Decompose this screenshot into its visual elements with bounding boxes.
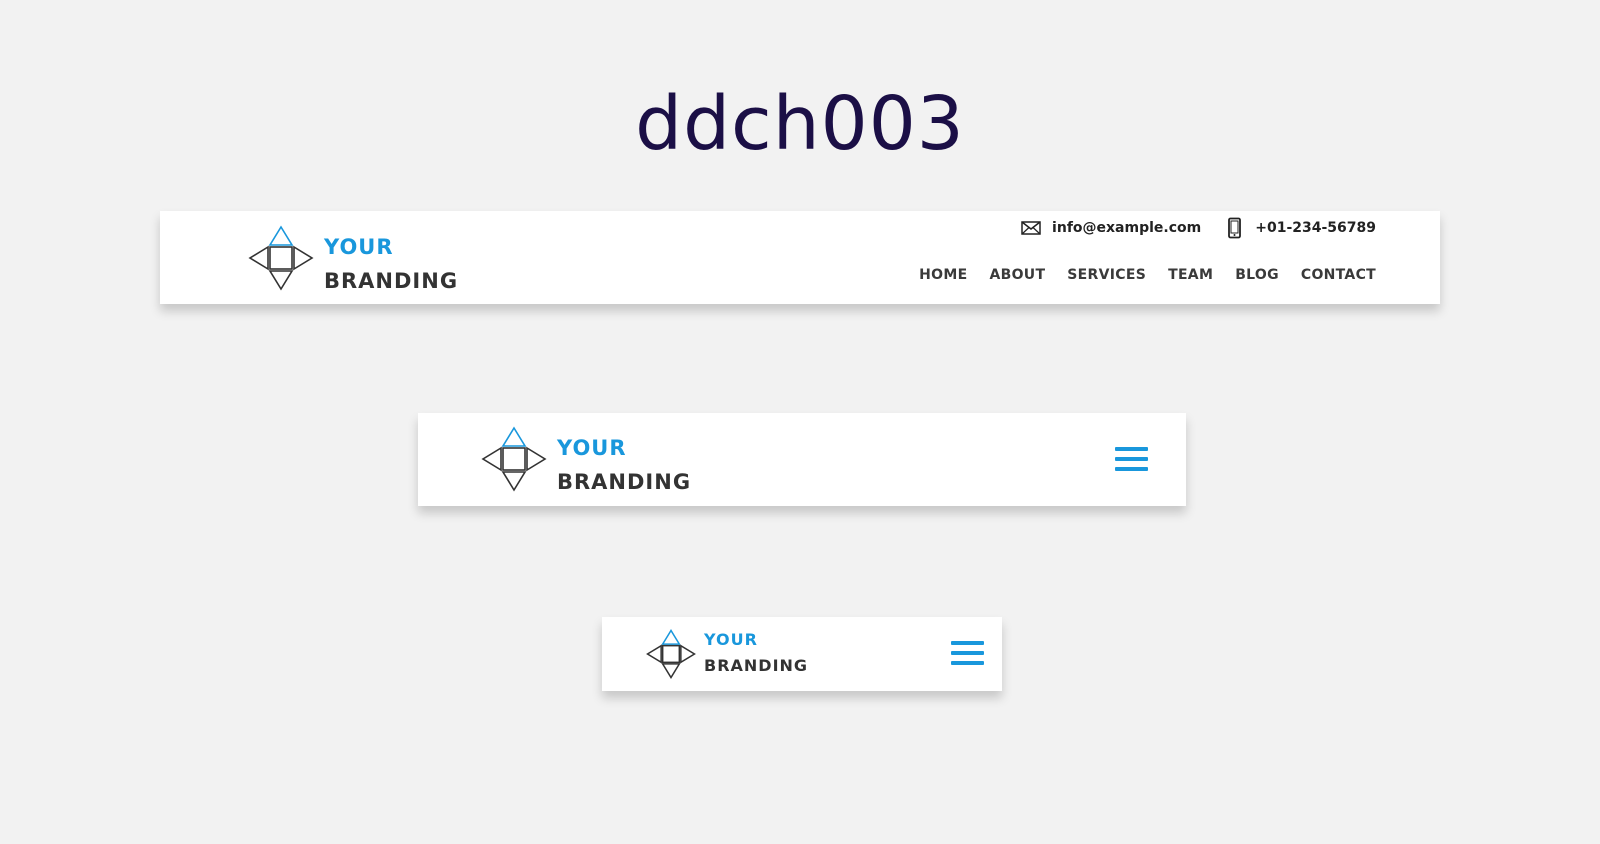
brand-logo-link[interactable]: YOUR BRANDING bbox=[481, 426, 691, 494]
contact-bar: info@example.com +01-234-56789 bbox=[1020, 216, 1376, 240]
contact-email-link[interactable]: info@example.com bbox=[1052, 220, 1201, 236]
nav-item-about[interactable]: ABOUT bbox=[989, 265, 1045, 285]
hamburger-menu-icon[interactable] bbox=[1115, 445, 1148, 475]
brand-name-line2: BRANDING bbox=[324, 269, 459, 293]
nav-item-team[interactable]: TEAM bbox=[1168, 265, 1213, 285]
brand-logo-link[interactable]: YOUR BRANDING bbox=[646, 629, 809, 679]
mobile-phone-icon bbox=[1223, 217, 1245, 239]
envelope-icon bbox=[1020, 217, 1042, 239]
brand-logo-link[interactable]: YOUR BRANDING bbox=[248, 225, 458, 293]
mobile-header: YOUR BRANDING bbox=[602, 617, 1002, 691]
nav-item-blog[interactable]: BLOG bbox=[1235, 265, 1279, 285]
brand-name-line2: BRANDING bbox=[557, 470, 692, 494]
page-title: ddch003 bbox=[635, 81, 965, 167]
brand-name-line2: BRANDING bbox=[704, 656, 809, 675]
brand-name-line1: YOUR bbox=[324, 235, 394, 259]
contact-phone-link[interactable]: +01-234-56789 bbox=[1255, 220, 1376, 236]
brand-name-line1: YOUR bbox=[704, 630, 758, 649]
brand-logo-icon bbox=[248, 225, 314, 291]
brand-logo-icon bbox=[481, 426, 547, 492]
main-nav: HOME ABOUT SERVICES TEAM BLOG CONTACT bbox=[919, 265, 1376, 285]
nav-item-services[interactable]: SERVICES bbox=[1067, 265, 1146, 285]
brand-name-line1: YOUR bbox=[557, 436, 627, 460]
nav-item-contact[interactable]: CONTACT bbox=[1301, 265, 1376, 285]
brand-logo-icon bbox=[646, 629, 696, 679]
nav-item-home[interactable]: HOME bbox=[919, 265, 967, 285]
hamburger-menu-icon[interactable] bbox=[951, 639, 984, 669]
desktop-header: YOUR BRANDING info@example.com +01-234-5… bbox=[160, 211, 1440, 304]
tablet-header: YOUR BRANDING bbox=[418, 413, 1186, 506]
